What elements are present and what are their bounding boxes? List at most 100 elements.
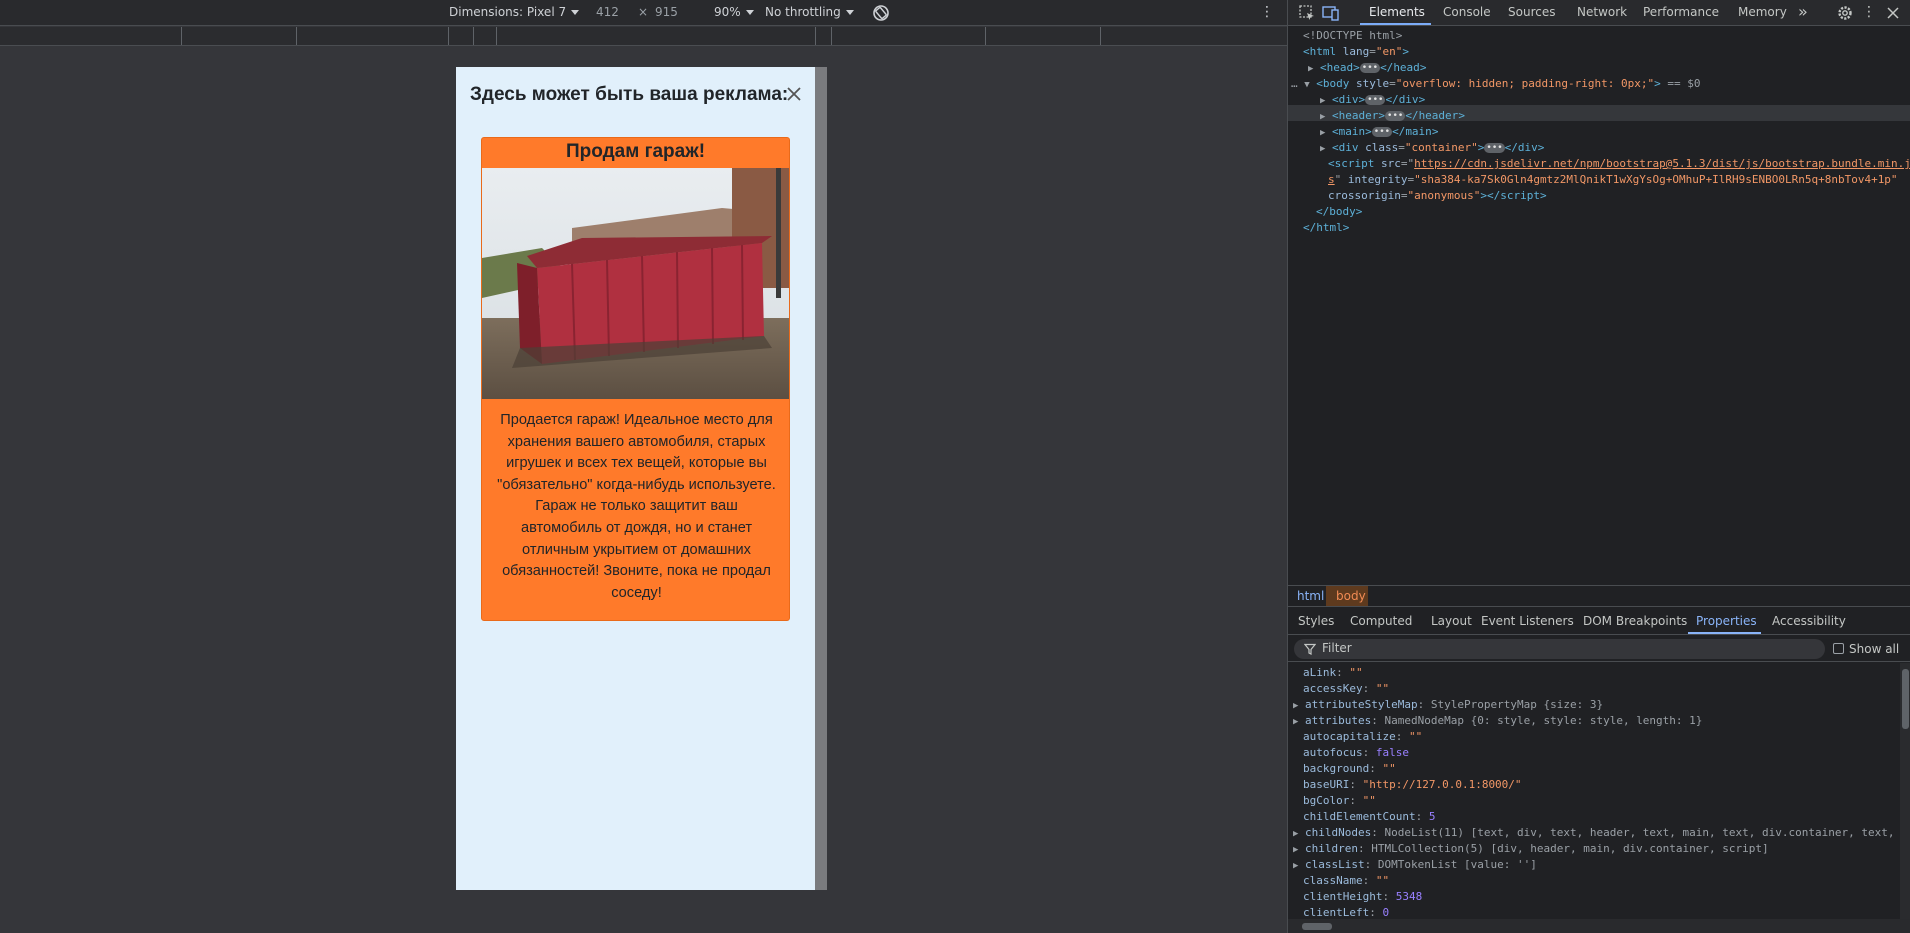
expand-triangle-icon[interactable]: ▶ xyxy=(1320,96,1325,106)
throttling-select[interactable]: No throttling xyxy=(765,5,854,19)
property-value: StylePropertyMap {size: 3} xyxy=(1430,698,1604,711)
dom-node-head[interactable]: ▶ <head> ••• </head> xyxy=(1308,60,1426,77)
media-query-ruler[interactable] xyxy=(0,27,1287,46)
tab-styles[interactable]: Styles xyxy=(1298,614,1334,628)
dom-node-body[interactable]: … ▼ <body style="overflow: hidden; paddi… xyxy=(1291,76,1700,93)
inspect-element-icon[interactable] xyxy=(1298,4,1316,22)
property-value: DOMTokenList [value: ''] xyxy=(1377,858,1537,871)
show-all-checkbox[interactable]: Show all xyxy=(1833,642,1899,656)
ruler-segment[interactable] xyxy=(985,27,986,45)
dom-body-close[interactable]: </body> xyxy=(1316,204,1362,220)
ruler-segment[interactable] xyxy=(181,27,182,45)
dom-doctype[interactable]: <!DOCTYPE html> xyxy=(1303,28,1402,44)
checkbox-icon[interactable] xyxy=(1833,643,1844,654)
dom-node-script-cont[interactable]: s" integrity="sha384-ka7Sk0Gln4gmtz2MlQn… xyxy=(1328,172,1898,188)
close-icon[interactable] xyxy=(783,83,805,105)
property-row[interactable]: childElementCount: 5 xyxy=(1303,809,1435,825)
tab-memory[interactable]: Memory xyxy=(1738,5,1787,19)
tab-computed[interactable]: Computed xyxy=(1350,614,1412,628)
scrollbar-thumb[interactable] xyxy=(1302,923,1332,930)
expand-triangle-icon[interactable]: ▶ xyxy=(1293,829,1298,839)
collapse-triangle-icon[interactable]: ▼ xyxy=(1304,80,1309,90)
ellipsis-icon[interactable]: ••• xyxy=(1385,111,1406,121)
ruler-segment[interactable] xyxy=(496,27,497,45)
property-row[interactable]: clientHeight: 5348 xyxy=(1303,889,1422,905)
dom-node-header[interactable]: ▶ <header> ••• </header> xyxy=(1320,108,1465,125)
more-tabs-button[interactable]: » xyxy=(1798,2,1808,21)
expand-triangle-icon[interactable]: ▶ xyxy=(1320,128,1325,138)
device-toggle-icon[interactable] xyxy=(1322,4,1340,22)
tab-elements[interactable]: Elements xyxy=(1369,5,1425,19)
ellipsis-icon[interactable]: ••• xyxy=(1371,127,1393,137)
dom-node-container[interactable]: ▶ <div class="container"> ••• </div> xyxy=(1320,140,1544,157)
filter-input[interactable]: Filter xyxy=(1294,639,1825,659)
zoom-select[interactable]: 90% xyxy=(714,5,754,19)
script-src-link[interactable]: https://cdn.jsdelivr.net/npm/bootstrap@5… xyxy=(1414,157,1910,170)
device-dimensions-select[interactable]: Dimensions: Pixel 7 xyxy=(449,5,580,19)
property-row[interactable]: autofocus: false xyxy=(1303,745,1409,761)
properties-scrollbar[interactable] xyxy=(1900,663,1910,919)
more-vert-icon[interactable]: ⋮ xyxy=(1260,4,1274,20)
dom-node-script[interactable]: <script src="https://cdn.jsdelivr.net/np… xyxy=(1328,156,1910,172)
breadcrumb-body[interactable]: body xyxy=(1336,589,1366,603)
tab-properties[interactable]: Properties xyxy=(1696,614,1757,628)
tab-console[interactable]: Console xyxy=(1443,5,1491,19)
ruler-segment[interactable] xyxy=(448,27,449,45)
expand-triangle-icon[interactable]: ▶ xyxy=(1320,112,1325,122)
more-vert-icon[interactable]: ⋮ xyxy=(1860,4,1878,22)
expand-triangle-icon[interactable]: ▶ xyxy=(1293,845,1298,855)
ruler-segment[interactable] xyxy=(1100,27,1101,45)
attr-name: style xyxy=(1356,77,1390,90)
property-row[interactable]: ▶ classList: DOMTokenList [value: ''] xyxy=(1293,857,1537,874)
property-row[interactable]: accessKey: "" xyxy=(1303,681,1389,697)
property-row[interactable]: aLink: "" xyxy=(1303,665,1363,681)
tab-event-listeners[interactable]: Event Listeners xyxy=(1481,614,1574,628)
property-row[interactable]: baseURI: "http://127.0.0.1:8000/" xyxy=(1303,777,1522,793)
property-row[interactable]: bgColor: "" xyxy=(1303,793,1376,809)
modal-title: Здесь может быть ваша реклама: xyxy=(470,84,789,105)
attr-value: "container" xyxy=(1404,141,1478,154)
ruler-segment[interactable] xyxy=(815,27,816,45)
expand-triangle-icon[interactable]: ▶ xyxy=(1320,144,1325,154)
property-row[interactable]: background: "" xyxy=(1303,761,1396,777)
tab-performance[interactable]: Performance xyxy=(1643,5,1719,19)
ruler-segment[interactable] xyxy=(473,27,474,45)
expand-triangle-icon[interactable]: ▶ xyxy=(1293,701,1298,711)
ellipsis-icon[interactable]: ••• xyxy=(1359,63,1381,73)
horizontal-scrollbar[interactable] xyxy=(1288,919,1910,933)
dom-node-html[interactable]: <html lang="en"> xyxy=(1303,44,1409,60)
expand-triangle-icon[interactable]: ▶ xyxy=(1293,861,1298,871)
property-row[interactable]: className: "" xyxy=(1303,873,1389,889)
dom-node-div[interactable]: ▶ <div> ••• </div> xyxy=(1320,92,1425,109)
dom-node-script-end[interactable]: crossorigin="anonymous"></script> xyxy=(1328,188,1547,204)
expand-triangle-icon[interactable]: ▶ xyxy=(1293,717,1298,727)
ruler-segment[interactable] xyxy=(831,27,832,45)
property-key: baseURI xyxy=(1303,778,1350,791)
property-row[interactable]: ▶ attributeStyleMap: StylePropertyMap {s… xyxy=(1293,697,1603,714)
property-row[interactable]: ▶ childNodes: NodeList(11) [text, div, t… xyxy=(1293,825,1900,842)
scrollbar-thumb[interactable] xyxy=(1902,669,1909,729)
ellipsis-icon[interactable]: ••• xyxy=(1365,95,1386,105)
rotate-icon[interactable] xyxy=(871,3,891,23)
script-src-link-cont[interactable]: s xyxy=(1328,173,1335,186)
ruler-segment[interactable] xyxy=(296,27,297,45)
breadcrumb-html[interactable]: html xyxy=(1297,589,1324,603)
dom-node-main[interactable]: ▶ <main> ••• </main> xyxy=(1320,124,1438,141)
tab-network[interactable]: Network xyxy=(1577,5,1627,19)
device-width-input[interactable]: 412 xyxy=(596,5,619,19)
dom-html-close[interactable]: </html> xyxy=(1303,220,1349,236)
device-height-input[interactable]: 915 xyxy=(655,5,678,19)
tab-accessibility[interactable]: Accessibility xyxy=(1772,614,1846,628)
close-icon[interactable] xyxy=(1884,4,1902,22)
property-row[interactable]: ▶ children: HTMLCollection(5) [div, head… xyxy=(1293,841,1769,858)
ellipsis-icon[interactable]: ••• xyxy=(1484,143,1505,153)
tab-sources[interactable]: Sources xyxy=(1508,5,1555,19)
expand-triangle-icon[interactable]: ▶ xyxy=(1308,64,1313,74)
viewport-scrollbar[interactable] xyxy=(815,67,827,890)
tab-dom-breakpoints[interactable]: DOM Breakpoints xyxy=(1583,614,1687,628)
property-row[interactable]: autocapitalize: "" xyxy=(1303,729,1422,745)
property-row[interactable]: clientLeft: 0 xyxy=(1303,905,1389,919)
tab-layout[interactable]: Layout xyxy=(1431,614,1472,628)
property-row[interactable]: ▶ attributes: NamedNodeMap {0: style, st… xyxy=(1293,713,1702,730)
gear-icon[interactable] xyxy=(1836,4,1854,22)
